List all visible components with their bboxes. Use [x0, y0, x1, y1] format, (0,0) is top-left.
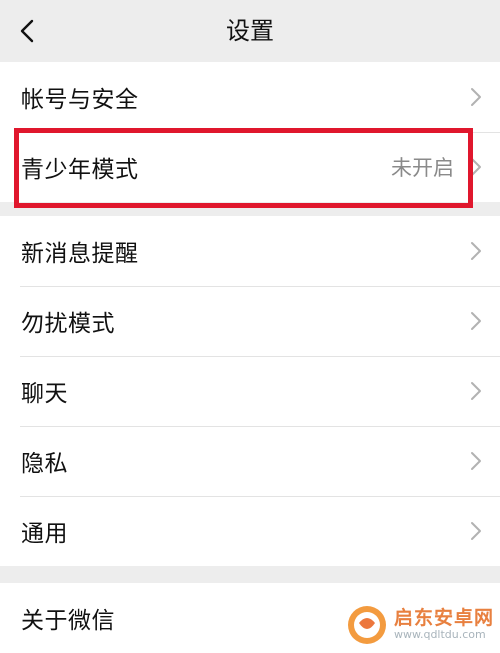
chevron-right-icon	[471, 452, 481, 470]
settings-item-label: 新消息提醒	[21, 241, 139, 267]
page-title: 设置	[226, 17, 274, 45]
chevron-right-icon	[471, 158, 481, 176]
settings-item-label: 隐私	[21, 451, 68, 477]
settings-item-label: 青少年模式	[21, 157, 139, 183]
settings-item-general[interactable]: 通用	[0, 496, 500, 566]
watermark-url: www.qdltdu.com	[393, 628, 486, 642]
chevron-right-icon	[471, 382, 481, 400]
settings-item-privacy[interactable]: 隐私	[0, 426, 500, 496]
chevron-right-icon	[471, 88, 481, 106]
chevron-left-icon	[20, 19, 34, 43]
watermark: 启东安卓网 www.qdltdu.com	[346, 604, 494, 646]
settings-group-account: 帐号与安全 青少年模式 未开启	[0, 62, 500, 202]
settings-item-teen-mode[interactable]: 青少年模式 未开启	[0, 132, 500, 202]
watermark-logo-icon	[347, 606, 386, 644]
settings-item-account-security[interactable]: 帐号与安全	[0, 62, 500, 132]
settings-item-do-not-disturb[interactable]: 勿扰模式	[0, 286, 500, 356]
settings-item-label: 关于微信	[21, 608, 115, 634]
settings-item-label: 勿扰模式	[21, 311, 115, 337]
settings-item-label: 通用	[21, 521, 68, 547]
settings-item-chat[interactable]: 聊天	[0, 356, 500, 426]
chevron-right-icon	[471, 522, 481, 540]
settings-group-general: 新消息提醒 勿扰模式 聊天 隐私 通用	[0, 216, 500, 566]
chevron-right-icon	[471, 312, 481, 330]
watermark-title: 启东安卓网	[393, 607, 494, 630]
teen-mode-status: 未开启	[391, 156, 454, 180]
chevron-right-icon	[471, 242, 481, 260]
nav-bar: 设置	[0, 0, 500, 62]
settings-item-notifications[interactable]: 新消息提醒	[0, 216, 500, 286]
back-button[interactable]	[10, 14, 44, 48]
settings-item-label: 聊天	[21, 381, 68, 407]
settings-item-label: 帐号与安全	[21, 87, 139, 113]
